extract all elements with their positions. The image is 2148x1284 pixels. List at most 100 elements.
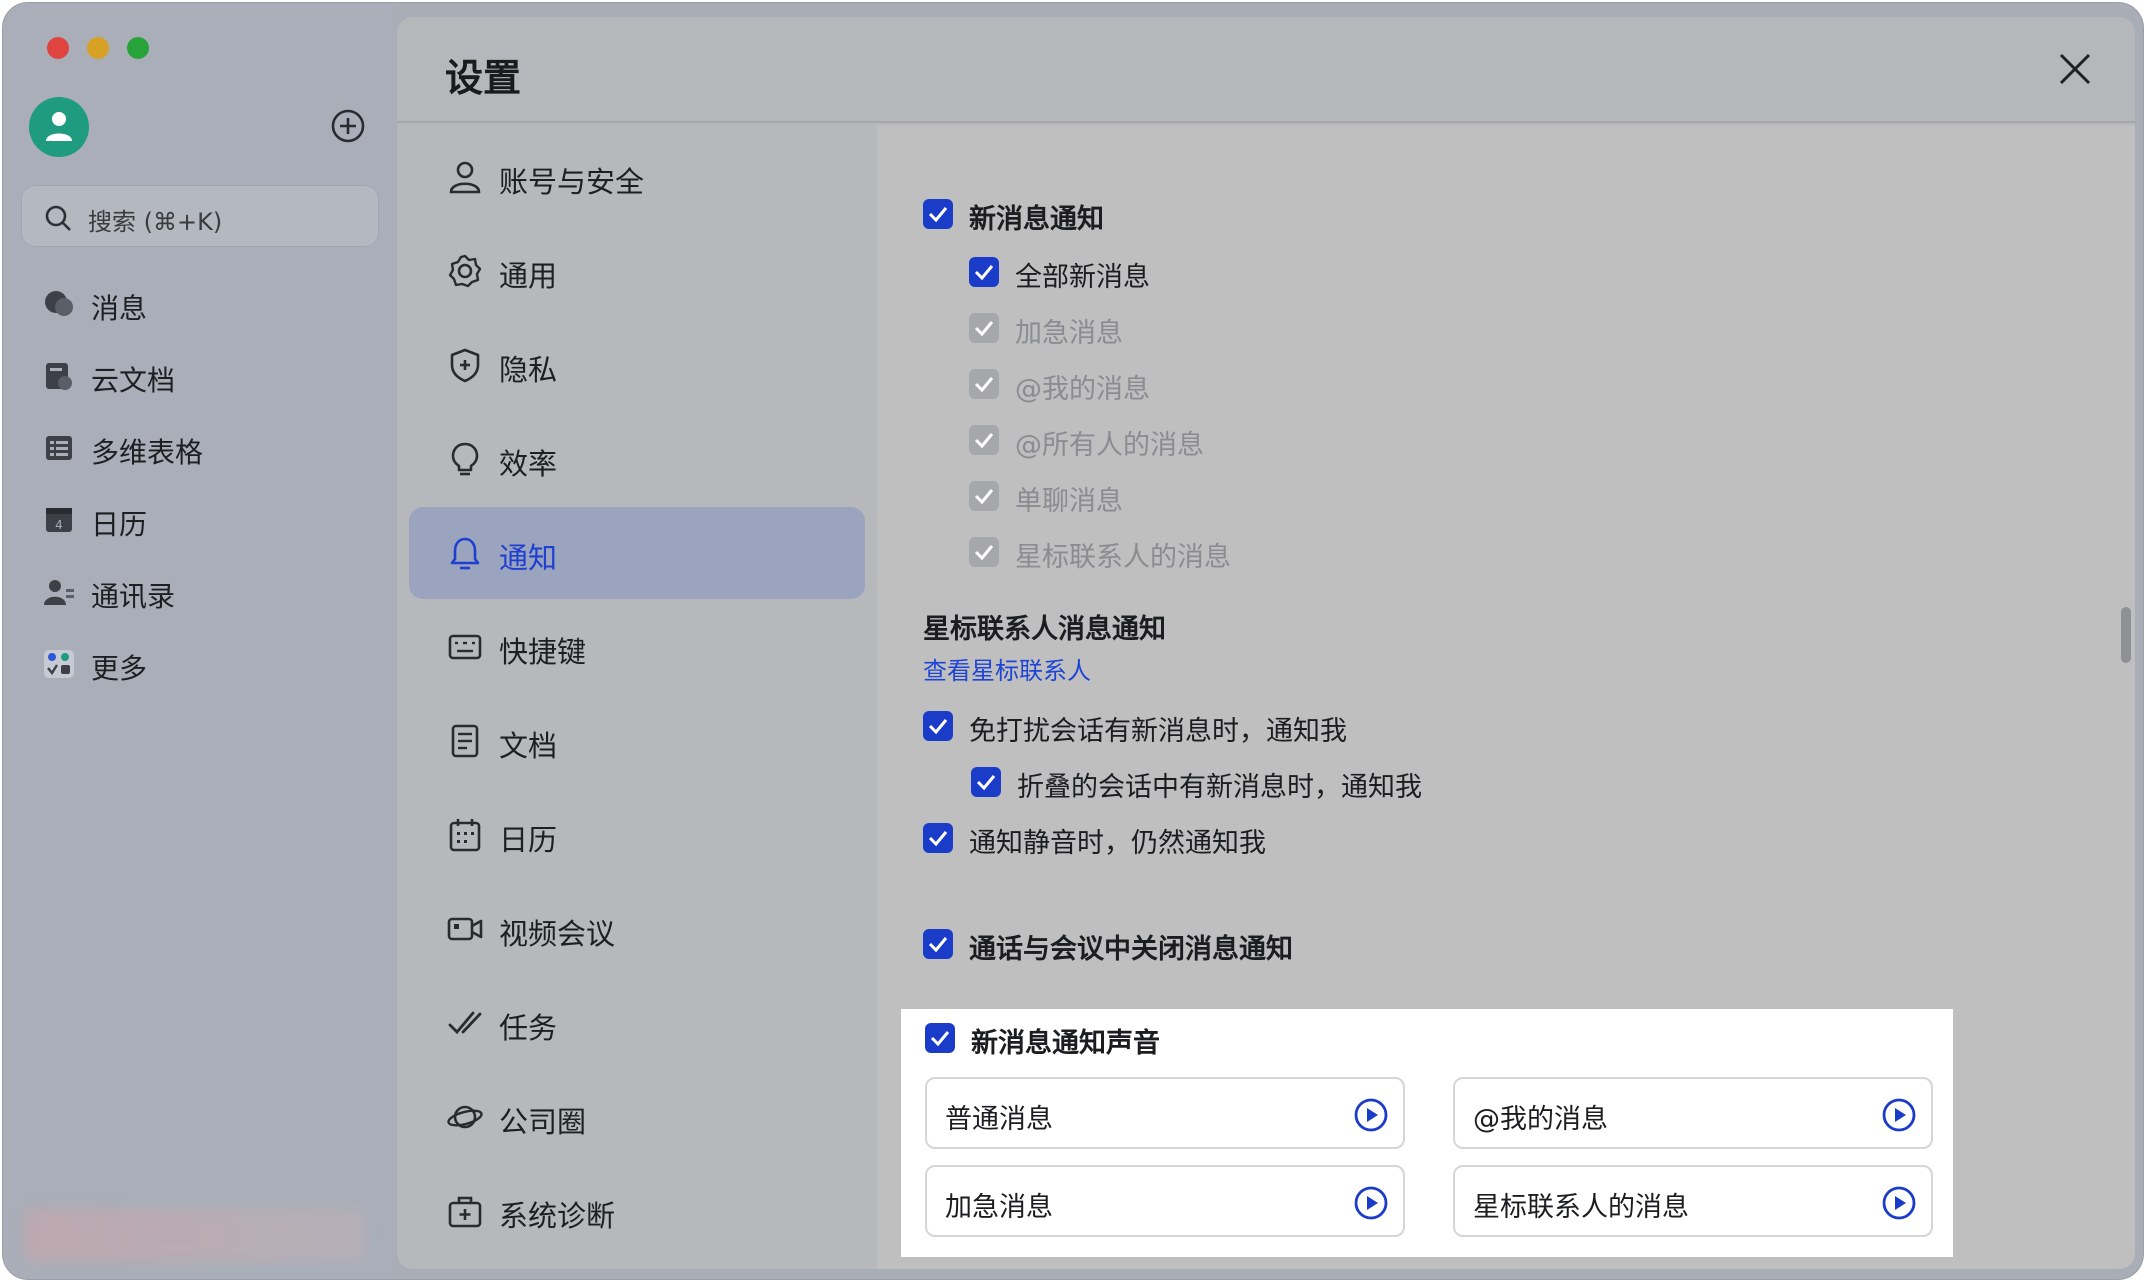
settings-nav-account-security[interactable]: 账号与安全: [409, 131, 865, 223]
sidebar-item-cloud-docs[interactable]: 云文档: [39, 351, 369, 401]
maximize-window-button[interactable]: [127, 37, 149, 59]
app-window: 搜索 (⌘+K) 消息 云文档 多维表格 4 日历 通讯录 更多 设置 账号与安…: [2, 2, 2144, 1280]
close-window-button[interactable]: [47, 37, 69, 59]
sound-item-urgent[interactable]: 加急消息: [925, 1165, 1405, 1237]
sound-item-normal[interactable]: 普通消息: [925, 1077, 1405, 1149]
sound-item-label: 加急消息: [945, 1192, 1053, 1223]
mention-me-checkbox[interactable]: [969, 369, 999, 399]
mention-all-checkbox[interactable]: [969, 425, 999, 455]
all-new-label: 全部新消息: [1015, 262, 1150, 293]
document-icon: [451, 724, 479, 758]
check-icon: [974, 489, 994, 505]
blurred-status-area: [25, 1209, 365, 1261]
avatar[interactable]: [29, 97, 89, 157]
check-icon: [974, 433, 994, 449]
settings-nav-notifications[interactable]: 通知: [409, 507, 865, 599]
settings-nav-label: 系统诊断: [499, 1199, 616, 1233]
view-starred-contacts-link[interactable]: 查看星标联系人: [923, 651, 1091, 686]
svg-text:4: 4: [55, 518, 63, 532]
gear-icon: [448, 254, 482, 288]
starred-contact-checkbox[interactable]: [969, 537, 999, 567]
search-input[interactable]: 搜索 (⌘+K): [21, 185, 379, 247]
shield-icon: [450, 348, 480, 383]
keyboard-icon: [448, 634, 482, 660]
sidebar-item-more[interactable]: 更多: [39, 639, 369, 689]
settings-nav-privacy[interactable]: 隐私: [409, 319, 865, 411]
settings-nav-general[interactable]: 通用: [409, 225, 865, 317]
user-avatar-icon: [46, 112, 72, 141]
sidebar-item-label: 更多: [91, 652, 148, 685]
settings-nav-shortcuts[interactable]: 快捷键: [409, 601, 865, 693]
sidebar-item-label: 云文档: [91, 364, 176, 397]
check-icon: [976, 775, 996, 791]
cloud-doc-icon: [46, 363, 72, 390]
lightbulb-icon: [451, 442, 479, 476]
urgent-checkbox[interactable]: [969, 313, 999, 343]
settings-nav-label: 日历: [499, 823, 558, 857]
call-meeting-checkbox[interactable]: [923, 929, 953, 959]
sidebar-item-messages[interactable]: 消息: [39, 279, 369, 329]
settings-nav-label: 文档: [499, 729, 558, 763]
check-icon: [928, 937, 948, 953]
settings-nav: 账号与安全 通用 隐私 效率 通知 快捷键 文档 日历 视频会议 任务 公司圈 …: [397, 125, 877, 1269]
settings-nav-tasks[interactable]: 任务: [409, 977, 865, 1069]
apps-grid-icon: [44, 650, 74, 678]
mention-me-label: @我的消息: [1015, 374, 1150, 405]
settings-nav-label: 视频会议: [499, 917, 616, 951]
direct-message-checkbox[interactable]: [969, 481, 999, 511]
settings-nav-label: 任务: [499, 1011, 558, 1045]
muted-checkbox[interactable]: [923, 823, 953, 853]
settings-nav-video-meeting[interactable]: 视频会议: [409, 883, 865, 975]
sidebar-item-calendar[interactable]: 4 日历: [39, 495, 369, 545]
close-button[interactable]: [2055, 49, 2095, 89]
calendar-icon: 4: [46, 508, 72, 532]
dnd-checkbox[interactable]: [923, 711, 953, 741]
sound-item-mention-me[interactable]: @我的消息: [1453, 1077, 1933, 1149]
chat-bubble-icon: [45, 291, 73, 316]
play-icon[interactable]: [1353, 1097, 1389, 1133]
add-button[interactable]: [329, 107, 367, 145]
play-icon[interactable]: [1353, 1185, 1389, 1221]
folded-checkbox[interactable]: [971, 767, 1001, 797]
settings-nav-diagnostics[interactable]: 系统诊断: [409, 1165, 865, 1257]
check-icon: [928, 207, 948, 223]
mention-all-label: @所有人的消息: [1015, 430, 1204, 461]
all-new-checkbox[interactable]: [969, 257, 999, 287]
scrollbar-thumb[interactable]: [2121, 607, 2131, 663]
search-placeholder: 搜索 (⌘+K): [88, 208, 223, 236]
urgent-label: 加急消息: [1015, 318, 1123, 349]
sidebar-item-contacts[interactable]: 通讯录: [39, 567, 369, 617]
settings-nav-label: 公司圈: [499, 1105, 587, 1139]
settings-nav-label: 快捷键: [499, 635, 587, 669]
sound-item-label: @我的消息: [1473, 1104, 1608, 1135]
settings-header: 设置: [397, 17, 2135, 123]
new-message-label: 新消息通知: [969, 204, 1104, 235]
muted-label: 通知静音时，仍然通知我: [969, 828, 1266, 859]
user-icon: [449, 161, 481, 194]
task-check-icon: [448, 1011, 482, 1035]
sidebar-item-label: 消息: [91, 292, 148, 325]
search-icon: [45, 205, 71, 231]
sound-checkbox[interactable]: [925, 1023, 955, 1053]
starred-contact-label: 星标联系人的消息: [1015, 542, 1231, 573]
settings-nav-docs[interactable]: 文档: [409, 695, 865, 787]
sidebar-item-bitable[interactable]: 多维表格: [39, 423, 369, 473]
settings-nav-label: 账号与安全: [499, 165, 645, 199]
sound-item-starred-contact[interactable]: 星标联系人的消息: [1453, 1165, 1933, 1237]
sound-label: 新消息通知声音: [971, 1028, 1160, 1059]
new-message-checkbox[interactable]: [923, 199, 953, 229]
play-icon[interactable]: [1881, 1097, 1917, 1133]
sound-settings-card: 新消息通知声音 普通消息 @我的消息 加急消息 星标联系人的消息: [901, 1009, 1953, 1257]
bell-icon: [450, 537, 480, 570]
play-icon[interactable]: [1881, 1185, 1917, 1221]
sound-item-label: 普通消息: [945, 1104, 1053, 1135]
settings-nav-calendar[interactable]: 日历: [409, 789, 865, 881]
check-icon: [974, 545, 994, 561]
check-icon: [928, 719, 948, 735]
settings-nav-efficiency[interactable]: 效率: [409, 413, 865, 505]
settings-nav-moments[interactable]: 公司圈: [409, 1071, 865, 1163]
minimize-window-button[interactable]: [87, 37, 109, 59]
settings-nav-label: 通用: [499, 259, 558, 293]
dnd-label: 免打扰会话有新消息时，通知我: [969, 716, 1347, 747]
contacts-icon: [44, 580, 74, 605]
